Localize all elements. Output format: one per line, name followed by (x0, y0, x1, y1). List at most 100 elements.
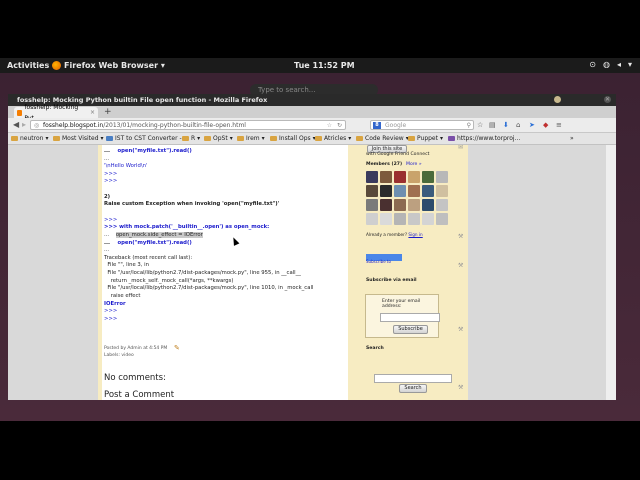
bookmark-neutron[interactable]: neutron ▾ (11, 133, 48, 144)
bookmark-opst[interactable]: OpSt ▾ (204, 133, 233, 144)
navigation-toolbar: ◀ ▸ ◎ fosshelp.blogspot.in/2013/01/mocki… (8, 118, 616, 133)
site-identity-icon[interactable]: ◎ (34, 121, 39, 131)
minimize-icon[interactable] (554, 96, 561, 103)
bookmark-irem[interactable]: Irem ▾ (237, 133, 265, 144)
folder-icon (237, 136, 244, 141)
bookmark-label: neutron (20, 135, 44, 142)
download-icon[interactable]: ⬇ (503, 121, 509, 129)
activities-button[interactable]: Activities (7, 61, 49, 70)
already-member-text: Already a member? Sign in (366, 232, 423, 237)
page-viewport: ... open("myfile.txt").read() ... '\nHel… (8, 145, 616, 400)
enter-email-label: Enter your email address: (382, 299, 421, 309)
member-avatar[interactable] (422, 171, 434, 183)
wrench-icon[interactable]: ⚒ (458, 262, 463, 269)
member-avatar[interactable] (422, 213, 434, 225)
blog-search-input[interactable] (374, 374, 452, 383)
letterbox-top (0, 0, 640, 58)
bookmark-ist-to-cst[interactable]: IST to CST Converter -... (106, 133, 187, 144)
member-avatar[interactable] (436, 185, 448, 197)
app-menu[interactable]: Firefox Web Browser ▾ (52, 61, 165, 70)
tab-strip: fosshelp: Mocking Pyt... × + (8, 104, 616, 122)
folder-icon (315, 136, 322, 141)
google-engine-icon[interactable]: 8 (373, 122, 381, 129)
member-avatar[interactable] (394, 199, 406, 211)
member-avatar[interactable] (366, 213, 378, 225)
blog-search-button[interactable]: Search (399, 384, 427, 393)
member-avatar[interactable] (408, 185, 420, 197)
member-avatar[interactable] (380, 213, 392, 225)
search-bar[interactable]: 8 Google ⚲ (370, 120, 474, 130)
folder-icon (11, 136, 18, 141)
member-avatar[interactable] (366, 199, 378, 211)
scrollbar[interactable] (606, 145, 616, 400)
member-avatar[interactable] (422, 185, 434, 197)
bookmark-label: Puppet (417, 135, 438, 142)
back-icon[interactable]: ◀ (13, 120, 19, 130)
folder-icon (182, 136, 189, 141)
member-avatar[interactable] (366, 185, 378, 197)
member-avatar[interactable] (436, 199, 448, 211)
search-icon[interactable]: ⚲ (467, 121, 471, 131)
code-prefix: ... (104, 232, 110, 238)
volume-icon[interactable]: ◂ (617, 60, 621, 69)
member-avatar[interactable] (394, 171, 406, 183)
window-titlebar[interactable]: fosshelp: Mocking Python builtin File op… (8, 94, 616, 106)
member-avatar[interactable] (408, 199, 420, 211)
member-avatar[interactable] (408, 171, 420, 183)
bookmark-code-review[interactable]: Code Review ▾ (356, 133, 409, 144)
wrench-icon[interactable]: ⚒ (458, 326, 463, 333)
member-avatar[interactable] (422, 199, 434, 211)
bookmark-r[interactable]: R ▾ (182, 133, 200, 144)
post-labels: Labels: video (104, 353, 134, 358)
forward-icon[interactable]: ▸ (22, 120, 26, 130)
bookmark-install-ops[interactable]: Install Ops ▾ (270, 133, 316, 144)
bookmark-puppet[interactable]: Puppet ▾ (408, 133, 443, 144)
member-avatar[interactable] (394, 213, 406, 225)
member-avatar[interactable] (380, 171, 392, 183)
sign-in-link[interactable]: Sign in (408, 232, 422, 237)
bookmark-menu-icon[interactable]: ▤ (489, 121, 496, 129)
new-tab-icon[interactable]: + (104, 107, 112, 117)
blog-page: ... open("myfile.txt").read() ... '\nHel… (98, 145, 468, 400)
more-members-link[interactable]: More » (406, 162, 422, 167)
member-avatar[interactable] (408, 213, 420, 225)
subscribe-button[interactable]: Subscribe (393, 325, 428, 334)
accessibility-icon[interactable]: ⊙ (589, 60, 596, 69)
url-bar[interactable]: ◎ fosshelp.blogspot.in/2013/01/mocking-p… (30, 120, 346, 130)
user-menu-icon[interactable]: ▾ (628, 60, 632, 69)
bookmark-most-visited[interactable]: Most Visited ▾ (53, 133, 104, 144)
member-avatar[interactable] (436, 171, 448, 183)
bookmark-label: OpSt (213, 135, 228, 142)
traceback-line: File "/usr/local/lib/python2.7/dist-pack… (104, 285, 314, 291)
bookmark-atricles[interactable]: Atricles ▾ (315, 133, 351, 144)
edit-post-icon[interactable]: ✎ (174, 344, 180, 353)
clock[interactable]: Tue 11:52 PM (294, 61, 355, 70)
menu-icon[interactable]: ≡ (556, 121, 562, 129)
members-grid (366, 171, 448, 225)
addon-icon[interactable]: ◆ (543, 121, 548, 129)
subscribe-feed-link[interactable]: Subscribe to (366, 259, 391, 264)
bookmark-star-icon[interactable]: ☆ (327, 121, 332, 131)
bookmarks-overflow-icon[interactable]: » (570, 133, 574, 144)
traceback-line: File "/usr/local/lib/python2.7/dist-pack… (104, 270, 301, 276)
home-icon[interactable]: ⌂ (516, 121, 520, 129)
search-bar-placeholder: Google (385, 122, 407, 129)
wrench-icon[interactable]: ⚒ (458, 233, 463, 240)
member-avatar[interactable] (394, 185, 406, 197)
network-icon[interactable]: ◍ (603, 60, 610, 69)
tab-active[interactable]: fosshelp: Mocking Pyt... × (14, 104, 98, 122)
member-avatar[interactable] (380, 185, 392, 197)
firefox-window: fosshelp: Mocking Python builtin File op… (8, 94, 616, 400)
reload-icon[interactable]: ↻ (337, 121, 342, 131)
member-avatar[interactable] (366, 171, 378, 183)
wrench-icon[interactable]: ⚒ (458, 384, 463, 391)
bookmarks-icon[interactable]: ☆ (477, 121, 483, 129)
member-avatar[interactable] (380, 199, 392, 211)
tab-close-icon[interactable]: × (90, 107, 95, 118)
member-avatar[interactable] (436, 213, 448, 225)
close-icon[interactable]: ✕ (604, 96, 611, 103)
bookmark-torproject[interactable]: https://www.torproj... (448, 133, 520, 144)
folder-icon (270, 136, 277, 141)
addon-arrow-icon[interactable]: ➤ (529, 121, 535, 129)
email-field[interactable] (380, 313, 440, 322)
